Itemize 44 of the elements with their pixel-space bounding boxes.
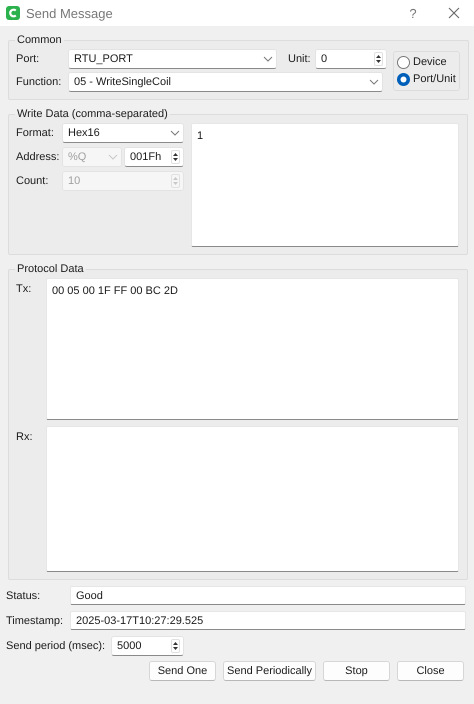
close-icon[interactable] — [448, 7, 460, 19]
field-label: Send period (msec): — [6, 640, 106, 652]
field-label: Port: — [16, 53, 40, 65]
tx-text-area[interactable]: 00 05 00 1F FF 00 BC 2D — [46, 278, 459, 420]
group-title: Common — [16, 34, 63, 46]
radio-option[interactable]: Device — [397, 56, 456, 68]
status-field[interactable]: Good — [70, 586, 466, 605]
spin-arrows-icon — [171, 639, 180, 653]
field-label: Format: — [16, 127, 55, 139]
spin-box[interactable]: 001Fh — [124, 147, 184, 167]
field-label: Count: — [16, 175, 50, 187]
spin-box[interactable]: 0 — [315, 49, 387, 69]
chevron-down-icon — [108, 154, 118, 160]
field-label: Status: — [6, 590, 42, 602]
spin-arrows-icon — [171, 150, 180, 164]
group-title: Protocol Data — [16, 263, 85, 275]
values-text-area[interactable]: 1 — [191, 123, 459, 247]
dialog-button[interactable]: Stop — [323, 661, 390, 681]
field-label: Function: — [16, 76, 62, 88]
window-title: Send Message — [26, 6, 114, 20]
field-label: Tx: — [16, 282, 32, 295]
spin-arrows-icon — [171, 174, 180, 188]
dialog-button[interactable]: Close — [397, 661, 464, 681]
chevron-down-icon — [369, 79, 379, 85]
radio-option[interactable]: Port/Unit — [397, 72, 456, 86]
dropdown[interactable]: 05 - WriteSingleCoil — [68, 72, 383, 92]
field-label: Timestamp: — [6, 614, 64, 626]
radio-icon — [397, 72, 410, 86]
spin-box[interactable]: 5000 — [111, 636, 184, 656]
spin-arrows-icon — [374, 52, 383, 66]
dropdown[interactable]: Hex16 — [62, 123, 184, 143]
chevron-down-icon — [170, 130, 180, 136]
group-title: Write Data (comma-separated) — [16, 108, 169, 120]
field-label: Unit: — [287, 53, 312, 65]
radio-icon — [397, 56, 410, 68]
dropdown[interactable]: RTU_PORT — [68, 49, 277, 69]
chevron-down-icon — [263, 56, 273, 62]
timestamp-field[interactable]: 2025-03-17T10:27:29.525 — [70, 611, 466, 630]
dialog-button[interactable]: Send One — [149, 661, 216, 681]
dialog-button[interactable]: Send Periodically — [223, 661, 316, 681]
field-label: Address: — [16, 151, 60, 163]
app-logo-icon — [6, 6, 20, 20]
help-button[interactable]: ? — [398, 6, 428, 20]
field-label: Rx: — [16, 430, 34, 443]
